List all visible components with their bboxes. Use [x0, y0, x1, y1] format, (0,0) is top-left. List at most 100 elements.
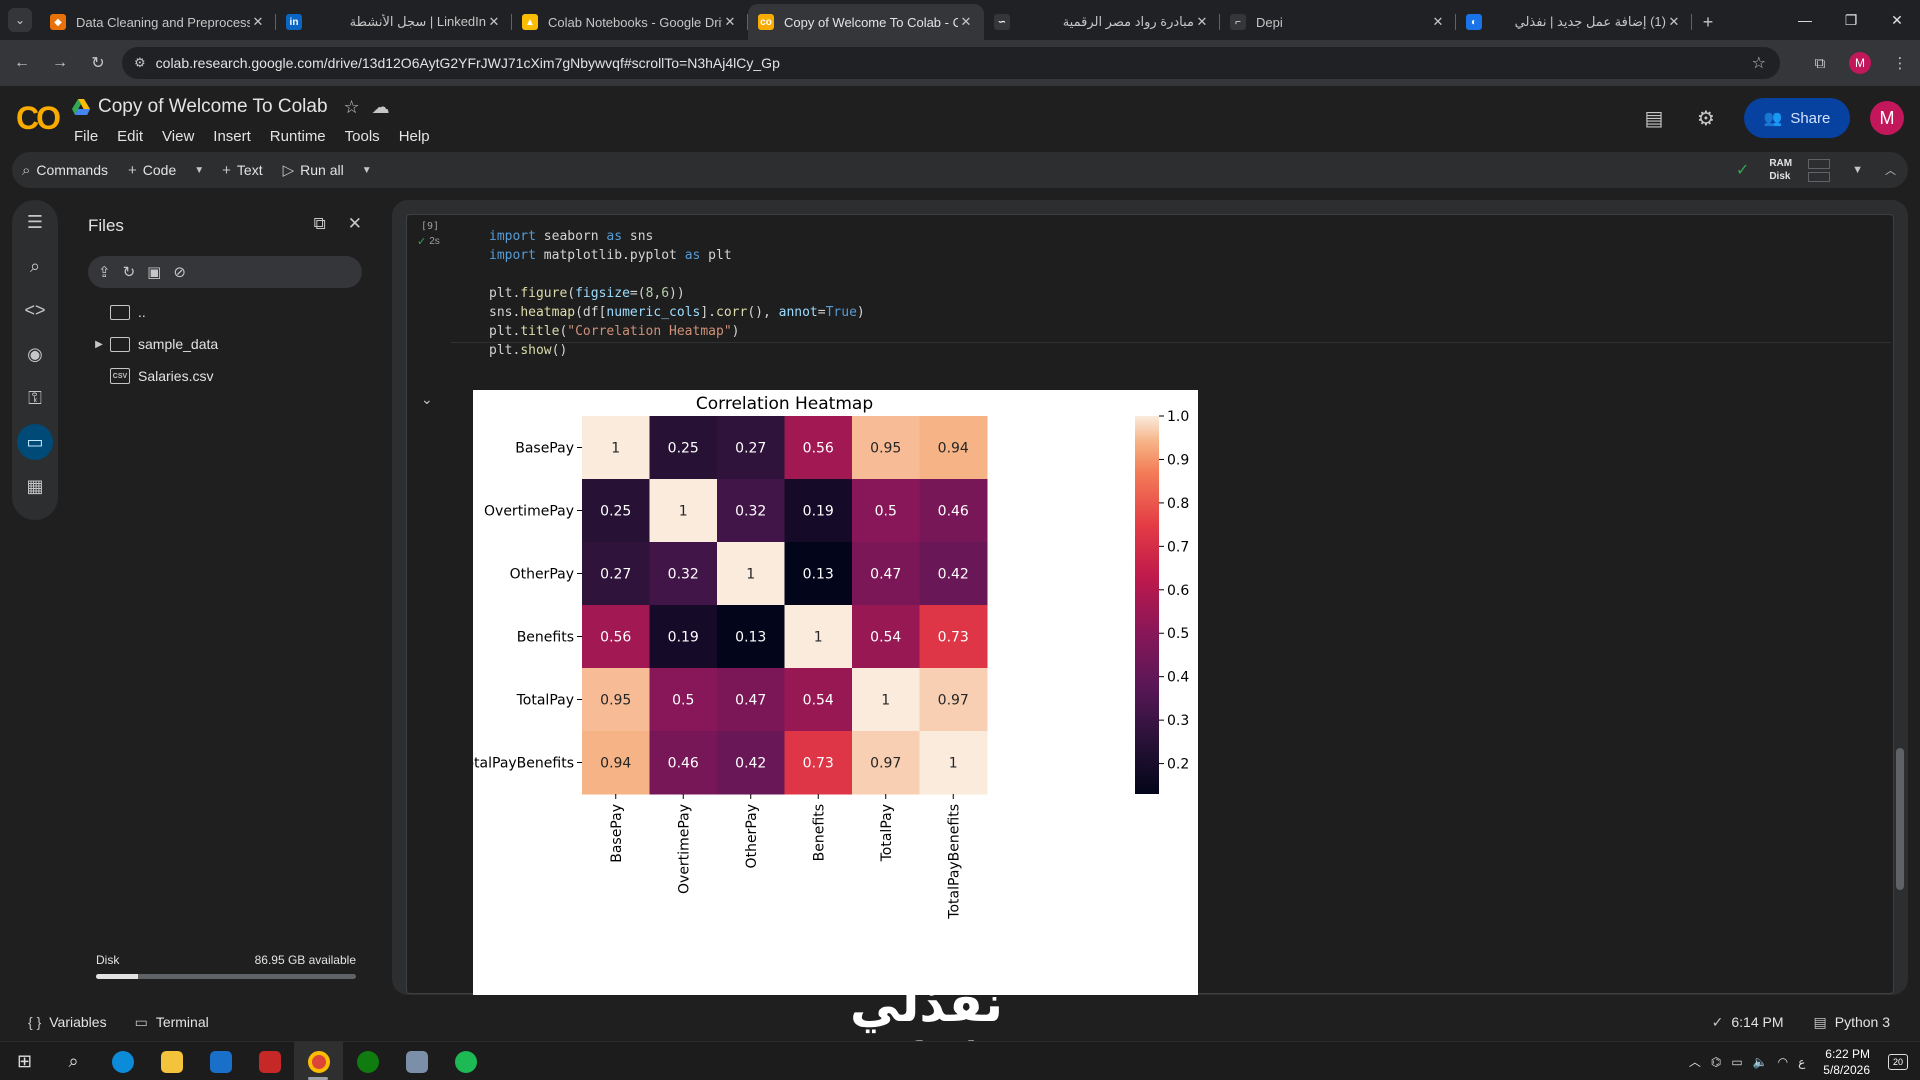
language-icon[interactable]: ع	[1798, 1055, 1805, 1069]
back-button[interactable]: ←	[6, 47, 38, 79]
taskbar-app-red[interactable]	[245, 1042, 294, 1080]
hide-files-icon[interactable]: ⊘	[173, 263, 186, 281]
close-tab-icon[interactable]: ✕	[1666, 14, 1682, 30]
runtime-dropdown-arrow[interactable]: ▼	[1852, 164, 1863, 176]
new-tab-button[interactable]: +	[1692, 4, 1724, 40]
address-bar[interactable]: ⚙ colab.research.google.com/drive/13d12O…	[122, 47, 1780, 79]
cell-annotation: 1	[746, 567, 755, 583]
minimize-button[interactable]: —	[1782, 0, 1828, 40]
extensions-icon[interactable]: ⧉	[1800, 55, 1840, 72]
browser-tab[interactable]: ◐ (1) إضافة عمل جديد | نفذلي ✕	[1456, 4, 1692, 40]
upload-icon[interactable]: ⇪	[98, 263, 111, 281]
output-collapse-icon[interactable]: ⌄	[421, 391, 433, 408]
colorbar-tick-label: 0.3	[1167, 713, 1189, 729]
commands-button[interactable]: ⌕ Commands	[12, 152, 118, 188]
variables-button[interactable]: { } Variables	[28, 1014, 107, 1030]
run-all-button[interactable]: ▷ Run all	[273, 152, 354, 188]
close-tab-icon[interactable]: ✕	[250, 14, 266, 30]
close-tab-icon[interactable]: ✕	[722, 14, 738, 30]
taskbar-outlook[interactable]	[196, 1042, 245, 1080]
close-tab-icon[interactable]: ✕	[486, 14, 502, 30]
close-tab-icon[interactable]: ✕	[958, 14, 974, 30]
restore-button[interactable]: ❐	[1828, 0, 1874, 40]
menu-item-insert[interactable]: Insert	[213, 128, 251, 145]
terminal-button[interactable]: ▭ Terminal	[135, 1014, 209, 1031]
chevron-up-icon[interactable]: ︿	[1689, 1053, 1701, 1070]
bookmark-star-icon[interactable]: ☆	[1752, 53, 1766, 73]
menu-item-view[interactable]: View	[162, 128, 194, 145]
disk-bar	[1808, 171, 1831, 182]
menu-item-edit[interactable]: Edit	[117, 128, 143, 145]
refresh-icon[interactable]: ↻	[123, 263, 136, 281]
close-tab-icon[interactable]: ✕	[1430, 14, 1446, 30]
menu-item-file[interactable]: File	[74, 128, 98, 145]
cell-annotation: 0.47	[735, 693, 766, 709]
reload-button[interactable]: ↻	[82, 47, 114, 79]
secrets-button[interactable]: ⚿	[12, 376, 58, 420]
code-dropdown-arrow[interactable]: ▼	[186, 165, 212, 176]
menu-item-tools[interactable]: Tools	[345, 128, 380, 145]
code-snippets-button[interactable]: <>	[12, 288, 58, 332]
share-button[interactable]: 👥 Share	[1744, 98, 1850, 138]
browser-tab[interactable]: in LinkedIn | سجل الأنشطة ✕	[276, 4, 512, 40]
menu-item-runtime[interactable]: Runtime	[270, 128, 326, 145]
colab-logo[interactable]: CO	[16, 100, 61, 137]
notebook-title[interactable]: Copy of Welcome To Colab	[98, 96, 328, 118]
variables-inspector-button[interactable]: ◉	[12, 332, 58, 376]
collapse-header-icon[interactable]: ︿	[1885, 162, 1896, 178]
notification-center-badge[interactable]: 20	[1888, 1053, 1908, 1070]
disk-usage-info: Disk 86.95 GB available	[96, 953, 356, 967]
browser-tab[interactable]: ∽ مبادرة رواد مصر الرقمية ✕	[984, 4, 1220, 40]
close-window-button[interactable]: ✕	[1874, 0, 1920, 40]
profile-avatar[interactable]: M	[1849, 52, 1871, 74]
mount-drive-icon[interactable]: ▣	[147, 263, 161, 281]
account-avatar[interactable]: M	[1870, 101, 1904, 135]
tab-search-button[interactable]: ⌄	[8, 8, 32, 32]
file-tree-item[interactable]: ..	[88, 296, 368, 328]
browser-tab[interactable]: ◆ Data Cleaning and Preprocessin ✕	[40, 4, 276, 40]
more-options-icon[interactable]: ⋮	[1880, 54, 1920, 72]
taskbar-clock[interactable]: 6:22 PM 5/8/2026	[1823, 1046, 1870, 1078]
taskbar-chrome[interactable]	[294, 1042, 343, 1080]
taskbar-spotify[interactable]	[441, 1042, 490, 1080]
close-tab-icon[interactable]: ✕	[1194, 14, 1210, 30]
volume-icon[interactable]: 🔈	[1753, 1055, 1768, 1069]
notebook-scrollbar[interactable]	[1896, 748, 1904, 890]
code-cell[interactable]: [9] ✓ 2s import seaborn as sns import ma…	[406, 214, 1894, 995]
site-settings-icon[interactable]: ⚙	[134, 55, 146, 71]
expand-caret-icon[interactable]: ▶	[88, 339, 110, 350]
wifi-icon[interactable]: ◠	[1778, 1055, 1788, 1069]
table-of-contents-button[interactable]: ☰	[12, 200, 58, 244]
add-text-button[interactable]: + Text	[212, 152, 272, 188]
taskbar-search[interactable]: ⌕	[49, 1042, 98, 1080]
comments-icon[interactable]: ▤	[1628, 106, 1680, 131]
file-tree-item[interactable]: ▶ sample_data	[88, 328, 368, 360]
file-tree-item[interactable]: CSV Salaries.csv	[88, 360, 368, 392]
runtime-status[interactable]: ✓ RAM Disk ▼ ︿	[1736, 152, 1896, 188]
start-button[interactable]: ⊞	[0, 1042, 49, 1080]
open-in-tab-icon[interactable]: ⧉	[314, 214, 326, 234]
network-icon[interactable]: ⌬	[1711, 1055, 1721, 1069]
find-replace-button[interactable]: ⌕	[12, 244, 58, 288]
code-editor[interactable]: import seaborn as sns import matplotlib.…	[451, 223, 1891, 358]
add-code-button[interactable]: + Code	[118, 152, 186, 188]
runtime-info[interactable]: ▤ Python 3	[1814, 1014, 1891, 1031]
data-table-button[interactable]: ▦	[12, 464, 58, 508]
taskbar-explorer[interactable]	[147, 1042, 196, 1080]
save-status[interactable]: ✓ 6:14 PM	[1712, 1014, 1784, 1031]
taskbar-edge[interactable]	[98, 1042, 147, 1080]
taskbar-xbox[interactable]	[343, 1042, 392, 1080]
star-icon[interactable]: ☆	[344, 97, 360, 118]
taskbar-app-hex[interactable]	[392, 1042, 441, 1080]
close-icon[interactable]: ✕	[348, 214, 362, 234]
run-all-dropdown-arrow[interactable]: ▼	[354, 165, 380, 176]
cloud-sync-icon[interactable]: ☁	[372, 97, 390, 118]
battery-icon[interactable]: ▭	[1731, 1055, 1742, 1069]
browser-tab[interactable]: co Copy of Welcome To Colab - Co ✕	[748, 4, 984, 40]
menu-item-help[interactable]: Help	[399, 128, 430, 145]
files-button[interactable]: ▭	[12, 420, 58, 464]
browser-tab[interactable]: ▲ Colab Notebooks - Google Driv ✕	[512, 4, 748, 40]
settings-gear-icon[interactable]: ⚙	[1680, 106, 1732, 131]
forward-button[interactable]: →	[44, 47, 76, 79]
browser-tab[interactable]: ⌐ Depi ✕	[1220, 4, 1456, 40]
